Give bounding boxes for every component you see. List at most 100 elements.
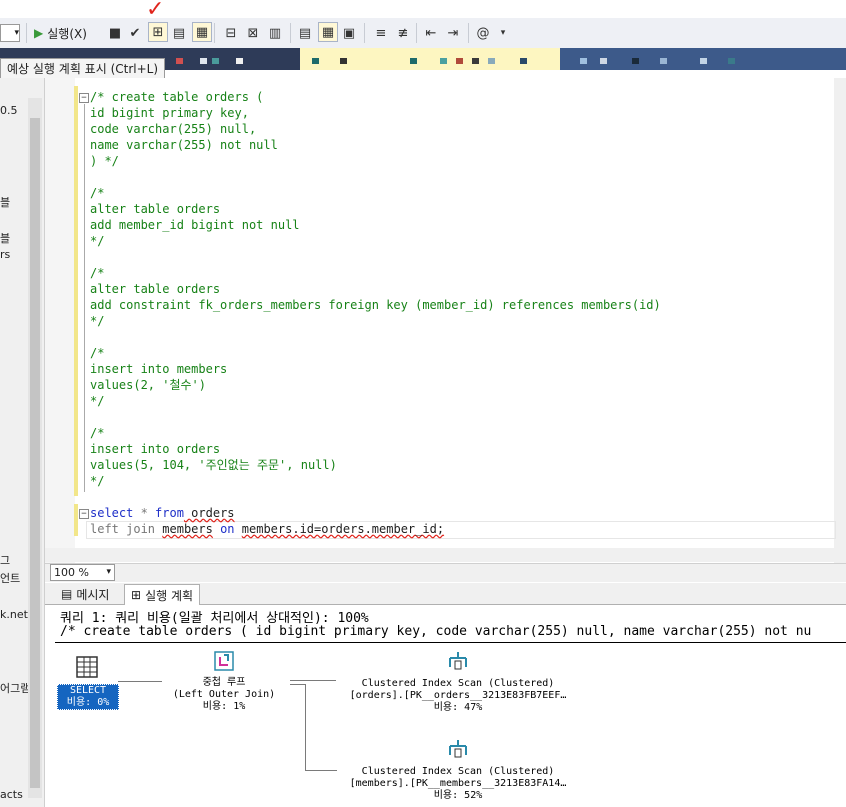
stop-icon[interactable]: ■ [106,23,124,43]
client-stats-icon[interactable]: ▥ [266,23,284,43]
explorer-item[interactable]: 블 [0,194,10,210]
select-node-label[interactable]: SELECT 비용: 0% [57,684,119,710]
results-to-icon[interactable]: ▦ [192,22,212,42]
toolbar-separator [364,23,365,43]
explorer-scroll-thumb[interactable] [30,118,40,788]
tab-fragment [520,58,527,64]
zoom-value: 100 % [54,566,89,579]
plan-edge [118,681,162,682]
messages-icon: ▤ [61,587,73,601]
code-line: code varchar(255) null, [90,122,257,136]
scan2-node-label[interactable]: Clustered Index Scan (Clustered) [member… [338,766,578,802]
include-plan-icon[interactable]: ⊟ [222,23,240,43]
nested-loops-icon[interactable] [211,648,237,674]
results-text-icon[interactable]: ▤ [296,23,314,43]
scan1-node-label[interactable]: Clustered Index Scan (Clustered) [orders… [338,678,578,714]
uncomment-icon[interactable]: ≢ [394,23,412,43]
zoom-select[interactable]: 100 % ▾ [50,564,115,581]
toolbar-overflow-icon[interactable]: ▾ [494,23,512,43]
increase-indent-icon[interactable]: ⇥ [444,23,462,43]
decrease-indent-icon[interactable]: ⇤ [422,23,440,43]
toolbar-separator [290,23,291,43]
editor-gutter [45,78,75,564]
tab-plan-label: 실행 계획 [145,588,194,603]
results-file-icon[interactable]: ▣ [340,23,358,43]
object-explorer-panel[interactable]: 0.5 블 블 rs 그 언트 k.net 어그램 acts [0,78,45,807]
collapse-toggle-icon[interactable]: − [79,93,89,103]
toolbar: ■ ✔ ⊞ ▤ ▦ ⊟ ⊠ ▥ ▤ ▦ ▣ ≡ ≢ ⇤ ⇥ @ ▾ [0,18,846,49]
query-options-icon[interactable]: ▤ [170,23,188,43]
toolbar-separator [468,23,469,43]
join-node-label[interactable]: 중첩 루프 (Left Outer Join) 비용: 1% [160,677,288,713]
red-check-annotation-icon: ✓ [146,0,165,22]
tab-fragment [456,58,463,64]
tab-fragment [440,58,447,64]
explorer-item[interactable]: acts [0,788,23,801]
scan1-label: Clustered Index Scan (Clustered) [361,678,555,689]
code-line: alter table orders [90,202,221,216]
tab-fragment [410,58,417,64]
explorer-item[interactable]: rs [0,248,10,261]
editor-horizontal-scrollbar[interactable] [45,548,846,562]
join-sub: (Left Outer Join) [172,689,276,700]
tab-fragment [176,58,183,64]
editor-vertical-scrollbar[interactable] [834,78,846,564]
changed-lines-marker [74,504,78,536]
plan-edge [305,770,337,771]
display-estimated-plan-icon[interactable]: ⊞ [148,22,168,42]
tab-fragment [728,58,735,64]
tab-fragment [488,58,495,64]
code-line: */ [90,394,105,408]
code-line: /* [90,186,105,200]
explorer-item[interactable]: 어그램 [0,680,30,696]
clustered-index-scan-icon[interactable] [445,736,471,762]
explorer-item[interactable]: 언트 [0,570,20,586]
tab-execution-plan[interactable]: ⊞ 실행 계획 [124,584,201,605]
star-token: * [133,506,156,520]
code-line: insert into members [90,362,228,376]
explorer-item[interactable]: k.net [0,608,28,621]
tab-fragment [472,58,479,64]
scan2-object: [members].[PK__members__3213E83FA14… [349,778,567,789]
code-line: /* [90,266,105,280]
code-line: name varchar(255) not null [90,138,278,152]
left-join-keyword: left join [90,522,156,536]
live-stats-icon[interactable]: ⊠ [244,23,262,43]
fold-line [84,104,85,492]
tab-fragment [600,58,607,64]
tab-fragment [340,58,347,64]
explorer-item[interactable]: 블 [0,230,10,246]
select-label: SELECT [69,685,107,696]
execute-button[interactable]: ▶ 실행(X) [34,24,87,42]
code-line: */ [90,474,105,488]
code-line: /* create table orders ( [90,90,264,104]
tab-fragment [660,58,667,64]
comment-icon[interactable]: ≡ [372,23,390,43]
code-line: /* [90,426,105,440]
code-line: alter table orders [90,282,221,296]
scan1-cost: 비용: 47% [433,702,483,713]
tab-fragment [700,58,707,64]
join-condition: members.id=orders.member_id; [241,522,445,536]
join-cost: 비용: 1% [202,701,246,712]
specify-values-icon[interactable]: @ [474,23,492,43]
explorer-item[interactable]: 그 [0,552,10,568]
parse-check-icon[interactable]: ✔ [126,23,144,43]
scan2-cost: 비용: 52% [433,790,483,801]
database-combo[interactable]: ▾ [0,24,20,42]
plan-edge [305,684,306,770]
plan-divider [55,642,846,643]
tab-messages[interactable]: ▤ 메시지 [55,584,115,604]
tab-fragment [580,58,587,64]
explorer-item[interactable]: 0.5 [0,104,18,117]
code-line: ) */ [90,154,119,168]
code-line: values(5, 104, '주인없는 주문', null) [90,458,337,472]
collapse-toggle-icon[interactable]: − [79,509,89,519]
members-token: members [162,522,213,536]
results-grid-icon[interactable]: ▦ [318,22,338,42]
clustered-index-scan-icon[interactable] [445,648,471,674]
code-line: add member_id bigint not null [90,218,300,232]
tab-fragment [212,58,219,64]
select-node-icon[interactable] [74,654,100,680]
plan-icon: ⊞ [131,588,142,602]
